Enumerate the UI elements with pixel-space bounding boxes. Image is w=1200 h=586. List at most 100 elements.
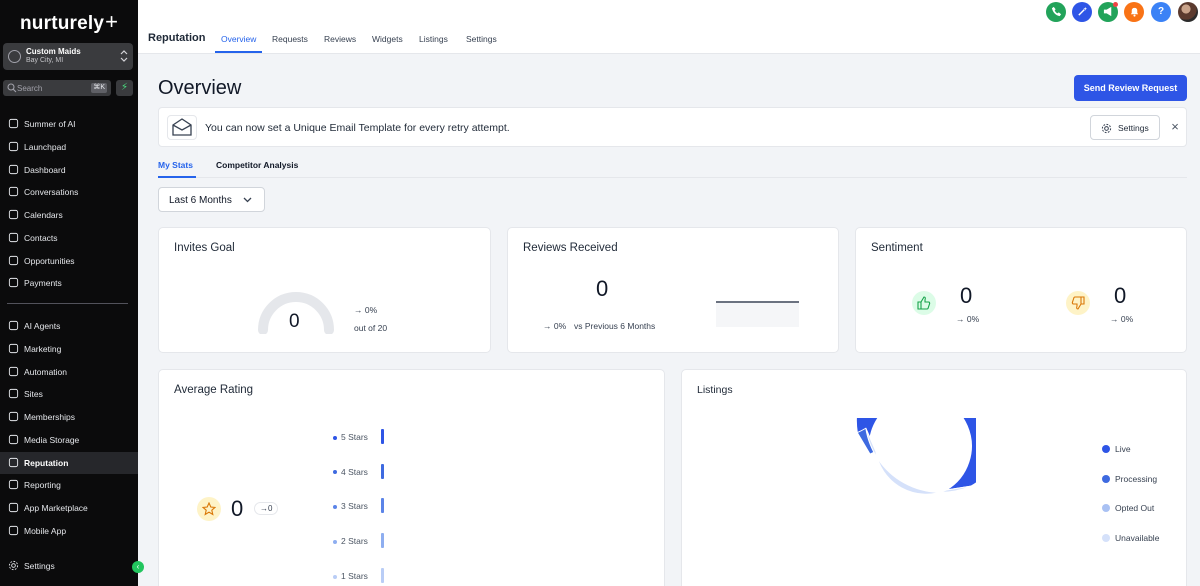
- arrow-right-icon: →: [956, 314, 967, 324]
- card-title: Sentiment: [871, 242, 923, 254]
- sidebar-item-label: Dashboard: [24, 164, 66, 175]
- legend-dot: [1102, 534, 1110, 543]
- lightning-icon: ⚡: [120, 82, 129, 93]
- page-section-title: Reputation: [148, 32, 206, 44]
- sidebar: nurturely+ Custom Maids Bay City, MI ⌘K …: [0, 0, 144, 586]
- active-tab-indicator: [215, 51, 262, 53]
- sidebar-item-label: Launchpad: [24, 141, 67, 152]
- sidebar-item-payments[interactable]: Payments: [0, 272, 138, 294]
- legend-dot: [333, 505, 337, 510]
- positive-change: → 0%: [956, 314, 980, 324]
- sidebar-item-mobile-app[interactable]: Mobile App: [0, 520, 138, 542]
- sidebar-item-memberships[interactable]: Memberships: [0, 406, 138, 428]
- search-input[interactable]: [17, 81, 87, 95]
- legend-label[interactable]: Processing: [1115, 474, 1157, 484]
- mail-icon: [167, 115, 197, 140]
- sidebar-item-media-storage[interactable]: Media Storage: [0, 429, 138, 451]
- sidebar-item-label: Reputation: [24, 457, 69, 468]
- sidebar-item-automation[interactable]: Automation: [0, 361, 138, 383]
- sidebar-item-label: Conversations: [24, 187, 79, 198]
- sidebar-item-sites[interactable]: Sites: [0, 383, 138, 405]
- legend-label[interactable]: Opted Out: [1115, 503, 1154, 513]
- thumbs-down-icon: [1066, 291, 1090, 315]
- reviews-compare-text: vs Previous 6 Months: [574, 321, 656, 331]
- send-review-request-button[interactable]: Send Review Request: [1074, 75, 1187, 101]
- rating-row: 2 Stars: [333, 536, 368, 546]
- help-button[interactable]: ?: [1151, 2, 1171, 22]
- close-icon[interactable]: ×: [1168, 120, 1182, 134]
- collapse-sidebar-button[interactable]: ‹: [132, 561, 144, 573]
- phone-button[interactable]: [1046, 2, 1066, 22]
- rating-change-badge: →0: [254, 502, 279, 515]
- legend-dot: [1102, 474, 1110, 483]
- quick-action-button[interactable]: ⚡: [116, 80, 133, 96]
- chevron-updown-icon: [120, 50, 128, 62]
- sidebar-item-reporting[interactable]: Reporting: [0, 474, 138, 496]
- sidebar-item-summer-of-ai[interactable]: Summer of AI: [0, 113, 138, 135]
- search-box[interactable]: ⌘K: [3, 80, 111, 96]
- sidebar-item-contacts[interactable]: Contacts: [0, 227, 138, 249]
- notifications-button[interactable]: [1124, 2, 1144, 22]
- banner-settings-label: Settings: [1118, 123, 1149, 133]
- rating-row-label: 3 Stars: [341, 501, 368, 512]
- tab-settings[interactable]: Settings: [466, 34, 497, 44]
- trend-icon: [8, 480, 19, 490]
- sidebar-item-calendars[interactable]: Calendars: [0, 204, 138, 226]
- sidebar-item-reputation[interactable]: Reputation: [0, 451, 138, 474]
- invites-goal-text: out of 20: [354, 323, 388, 333]
- sidebar-item-settings[interactable]: Settings: [0, 555, 138, 577]
- rating-row-label: 4 Stars: [341, 466, 368, 477]
- thumbs-up-icon: [912, 291, 936, 315]
- user-avatar[interactable]: [1178, 2, 1198, 22]
- logo[interactable]: nurturely+: [20, 9, 118, 35]
- legend-label[interactable]: Unavailable: [1115, 533, 1159, 543]
- sidebar-item-app-marketplace[interactable]: App Marketplace: [0, 497, 138, 519]
- tab-my-stats[interactable]: My Stats: [158, 160, 193, 170]
- rating-row: 1 Stars: [333, 571, 368, 581]
- sidebar-item-label: Contacts: [24, 232, 58, 243]
- rating-row: 5 Stars: [333, 432, 368, 442]
- sidebar-item-marketing[interactable]: Marketing: [0, 338, 138, 360]
- sidebar-item-label: Reporting: [24, 480, 61, 491]
- sidebar-item-ai-agents[interactable]: AI Agents: [0, 315, 138, 337]
- account-location: Bay City, MI: [26, 57, 64, 64]
- star-icon: [197, 497, 221, 521]
- sidebar-item-label: Memberships: [24, 412, 76, 422]
- tab-reviews[interactable]: Reviews: [324, 34, 356, 44]
- send-icon: [8, 343, 19, 353]
- account-switcher[interactable]: Custom Maids Bay City, MI: [3, 43, 133, 70]
- question-icon: ?: [1157, 6, 1165, 17]
- tab-overview[interactable]: Overview: [221, 34, 256, 44]
- search-icon: [7, 83, 17, 93]
- info-banner: You can now set a Unique Email Template …: [158, 107, 1187, 147]
- sidebar-item-dashboard[interactable]: Dashboard: [0, 159, 138, 181]
- card-title: Invites Goal: [174, 242, 235, 254]
- positive-value: 0: [960, 283, 973, 308]
- tab-requests[interactable]: Requests: [272, 34, 308, 44]
- tab-listings[interactable]: Listings: [419, 34, 448, 44]
- sidebar-item-launchpad[interactable]: Launchpad: [0, 136, 138, 158]
- listings-card: Listings Live Processing Opted Out Unavaila…: [681, 369, 1187, 586]
- magic-button[interactable]: [1072, 2, 1092, 22]
- tab-widgets[interactable]: Widgets: [372, 34, 403, 44]
- rating-row-label: 5 Stars: [341, 432, 368, 442]
- banner-settings-button[interactable]: Settings: [1090, 115, 1160, 140]
- rating-row-label: 2 Stars: [341, 536, 368, 547]
- rating-bar: [381, 429, 384, 444]
- sidebar-item-label: Sites: [24, 389, 43, 400]
- memberships-icon: [8, 411, 19, 422]
- reviews-value: 0: [596, 276, 609, 301]
- sidebar-item-label: Summer of AI: [24, 119, 76, 129]
- period-select[interactable]: Last 6 Months: [158, 187, 265, 212]
- sidebar-item-opportunities[interactable]: Opportunities: [0, 250, 138, 272]
- active-subtab-indicator: [158, 176, 196, 178]
- legend-label[interactable]: Live: [1115, 444, 1131, 454]
- tab-competitor-analysis[interactable]: Competitor Analysis: [216, 160, 298, 170]
- legend-dot: [333, 470, 337, 475]
- chevron-down-icon: [243, 197, 252, 203]
- negative-value: 0: [1114, 283, 1127, 308]
- sidebar-item-conversations[interactable]: Conversations: [0, 181, 138, 203]
- contacts-icon: [8, 232, 19, 242]
- sidebar-item-label: Settings: [24, 561, 55, 571]
- sentiment-card: Sentiment 0 → 0% 0 → 0%: [855, 227, 1187, 353]
